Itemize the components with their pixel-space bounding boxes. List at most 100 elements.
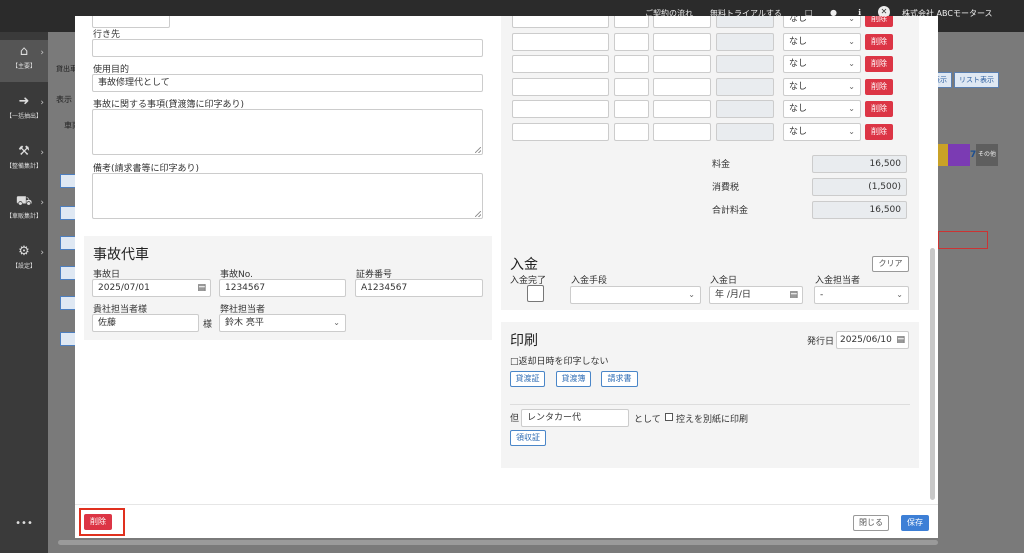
row-chip[interactable] [60, 206, 76, 220]
color-tag [948, 144, 970, 166]
calendar-icon[interactable]: ▤ [789, 287, 798, 303]
payment-done-checkbox[interactable] [527, 285, 544, 302]
row-delete-button[interactable]: 削除 [865, 34, 893, 50]
sidebar-item-car-sales[interactable]: ⛟ 【車販集計】 › [0, 190, 48, 232]
clear-button[interactable]: クリア [872, 256, 909, 272]
fee-tax-select[interactable]: なし ⌄ [783, 100, 861, 118]
row-chip[interactable] [60, 236, 76, 250]
remarks-textarea[interactable] [92, 173, 483, 219]
sidebar-item-maintenance[interactable]: ⚒ 【整備集計】 › [0, 140, 48, 182]
fee-total-field: 16,500 [812, 155, 907, 173]
calendar-icon[interactable]: ▤ [896, 332, 905, 348]
fee-unit-input[interactable] [653, 33, 711, 51]
accident-date-input[interactable]: 2025/07/01 ▤ [92, 279, 211, 297]
row-chip[interactable] [60, 174, 76, 188]
fee-unit-input[interactable] [653, 78, 711, 96]
fee-qty-input[interactable] [614, 33, 649, 51]
tax-value: なし [789, 82, 808, 92]
fee-qty-input[interactable] [614, 78, 649, 96]
tadashi-input[interactable]: レンタカー代 [521, 409, 629, 427]
reservation-modal: 行き先 使用目的 事故修理代として 事故に関する事項(貸渡簿に印字あり) 備考(… [75, 16, 938, 538]
tadashi-label: 但 [510, 414, 520, 424]
lending-ledger-button[interactable]: 貸渡簿 [556, 371, 591, 387]
accident-no-input[interactable]: 1234567 [219, 279, 346, 297]
chevron-right-icon: › [40, 48, 44, 58]
row-delete-button[interactable]: 削除 [865, 79, 893, 95]
app-sidebar: ⌂ 【主要】 › ➜ 【一括抽出】 › ⚒ 【整備集計】 › ⛟ 【車販集計】 … [0, 32, 48, 553]
our-staff-select[interactable]: 鈴木 亮平 ⌄ [219, 314, 346, 332]
fee-qty-input[interactable] [614, 55, 649, 73]
destination-input[interactable] [92, 39, 483, 57]
no-return-date-checkbox[interactable]: □返却日時を印字しない [510, 354, 609, 367]
fee-tax-select[interactable]: なし ⌄ [783, 33, 861, 51]
close-button[interactable]: 閉じる [853, 515, 889, 531]
payment-date-placeholder: 年 /月/日 [715, 290, 751, 300]
save-button[interactable]: 保存 [901, 515, 929, 531]
sidebar-item-label: 【設定】 [11, 263, 36, 270]
row-delete-button[interactable]: 削除 [865, 16, 893, 27]
print-panel: 印刷 発行日 2025/06/10 ▤ □返却日時を印字しない 貸渡証 貸渡簿 … [501, 322, 919, 468]
fee-item-input[interactable] [512, 33, 609, 51]
payment-method-select[interactable]: ⌄ [570, 286, 701, 304]
purpose-input[interactable]: 事故修理代として [92, 74, 483, 92]
fee-unit-input[interactable] [653, 55, 711, 73]
payment-method-label: 入金手段 [571, 276, 608, 286]
tax-value: なし [789, 37, 808, 47]
chevron-right-icon: › [40, 98, 44, 108]
fee-unit-input[interactable] [653, 123, 711, 141]
chevron-right-icon: › [40, 148, 44, 158]
bg-horizontal-scrollbar[interactable] [58, 540, 938, 545]
row-delete-button[interactable]: 削除 [865, 124, 893, 140]
chevron-down-icon: ⌄ [848, 16, 855, 23]
row-delete-button[interactable]: 削除 [865, 56, 893, 72]
schedule-block[interactable] [938, 231, 988, 249]
receipt-button[interactable]: 領収証 [510, 430, 546, 446]
fee-item-input[interactable] [512, 123, 609, 141]
fee-item-input[interactable] [512, 100, 609, 118]
resize-handle[interactable] [475, 211, 481, 217]
row-chip[interactable] [60, 296, 76, 310]
sidebar-item-main[interactable]: ⌂ 【主要】 › [0, 40, 48, 82]
lending-cert-button[interactable]: 貸渡証 [510, 371, 545, 387]
row-chip[interactable] [60, 332, 76, 346]
delete-reservation-button[interactable]: 削除 [84, 514, 112, 530]
fee-item-input[interactable] [512, 16, 609, 28]
more-menu[interactable]: ••• [0, 518, 48, 529]
fee-unit-input[interactable] [653, 16, 711, 28]
list-view-button[interactable]: リスト表示 [954, 72, 999, 88]
row-chip[interactable] [60, 266, 76, 280]
fee-qty-input[interactable] [614, 123, 649, 141]
fee-tax-select[interactable]: なし ⌄ [783, 16, 861, 28]
our-staff-value: 鈴木 亮平 [225, 318, 264, 328]
policy-no-input[interactable]: A1234567 [355, 279, 483, 297]
chevron-down-icon: ⌄ [848, 127, 855, 136]
modal-body: 行き先 使用目的 事故修理代として 事故に関する事項(貸渡簿に印字あり) 備考(… [75, 16, 938, 504]
client-staff-input[interactable]: 佐藤 [92, 314, 199, 332]
modal-scrollbar[interactable] [930, 248, 935, 500]
issue-date-input[interactable]: 2025/06/10 ▤ [836, 331, 909, 349]
sidebar-item-export[interactable]: ➜ 【一括抽出】 › [0, 90, 48, 132]
invoice-button[interactable]: 請求書 [601, 371, 638, 387]
fee-tax-select[interactable]: なし ⌄ [783, 78, 861, 96]
fee-qty-input[interactable] [614, 100, 649, 118]
payment-staff-select[interactable]: - ⌄ [814, 286, 909, 304]
fee-qty-input[interactable] [614, 16, 649, 28]
grand-total-label: 合計料金 [712, 206, 749, 216]
fee-unit-input[interactable] [653, 100, 711, 118]
chevron-down-icon: ⌄ [896, 290, 903, 299]
fee-tax-select[interactable]: なし ⌄ [783, 123, 861, 141]
calendar-icon[interactable]: ▤ [197, 280, 206, 296]
accident-note-textarea[interactable] [92, 109, 483, 155]
resize-handle[interactable] [475, 147, 481, 153]
chevron-right-icon: › [40, 248, 44, 258]
sidebar-item-settings[interactable]: ⚙ 【設定】 › [0, 240, 48, 282]
payment-staff-value: - [820, 290, 824, 300]
separate-copy-checkbox[interactable] [665, 413, 673, 421]
accident-car-panel: 事故代車 事故日 2025/07/01 ▤ 事故No. 1234567 証券番号… [84, 236, 492, 340]
fee-item-input[interactable] [512, 55, 609, 73]
row-delete-button[interactable]: 削除 [865, 101, 893, 117]
payment-date-input[interactable]: 年 /月/日 ▤ [709, 286, 803, 304]
fee-item-input[interactable] [512, 78, 609, 96]
chevron-down-icon: ⌄ [848, 82, 855, 91]
fee-tax-select[interactable]: なし ⌄ [783, 55, 861, 73]
